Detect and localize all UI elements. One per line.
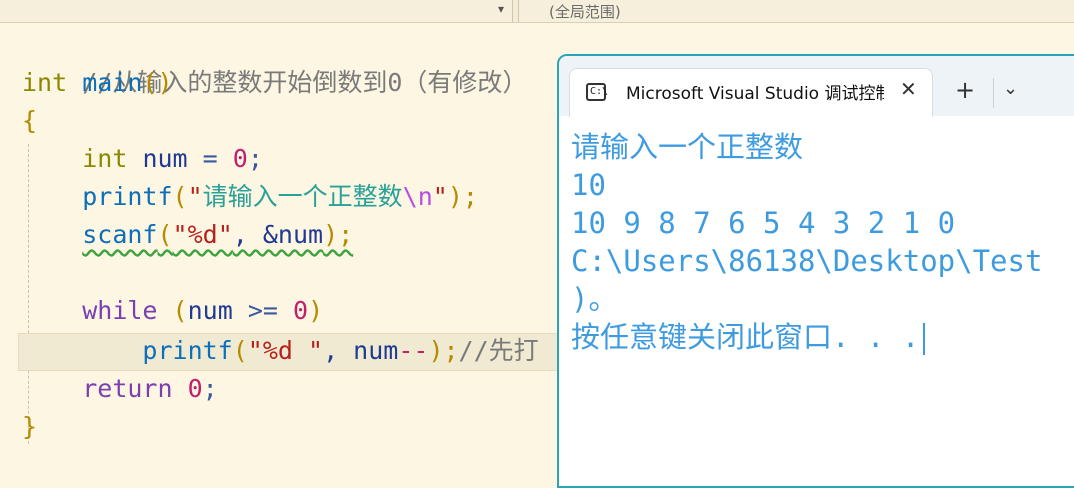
scope-dropdown-left[interactable]: ▾: [0, 0, 513, 22]
paren-close: );: [447, 182, 478, 211]
semicolon: ;: [202, 374, 218, 403]
tab-title: Microsoft Visual Studio 调试控制台: [626, 84, 884, 104]
warning-squiggle[interactable]: scanf("%d", &num);: [82, 220, 353, 249]
plus-icon[interactable]: +: [955, 76, 975, 104]
code-line-printf: printf("请输入一个正整数\n");: [22, 178, 478, 216]
close-icon[interactable]: ✕: [900, 77, 917, 101]
tab-divider: [993, 78, 994, 108]
string-literal: 请输入一个正整数: [202, 182, 403, 211]
terminal-icon: C:\: [586, 83, 609, 101]
code-line-main: int main(): [22, 64, 173, 102]
operator: --: [398, 336, 429, 365]
console-line: C:\Users\86138\Desktop\Test: [571, 244, 1043, 278]
keyword-int: int: [82, 144, 128, 173]
text-caret: [923, 323, 926, 355]
string-literal: "%d ": [247, 336, 324, 365]
variable: num: [187, 296, 233, 325]
brace-close: }: [22, 412, 38, 441]
code-line-scanf: scanf("%d", &num);: [22, 216, 353, 254]
code-line-comment: //从输入的整数开始倒数到0（有修改）: [22, 26, 527, 97]
chevron-down-icon[interactable]: ⌄: [1003, 78, 1018, 99]
keyword-return: return: [82, 374, 173, 403]
console-line: 请输入一个正整数: [571, 130, 804, 164]
debug-console-window[interactable]: C:\ Microsoft Visual Studio 调试控制台 ✕ + ⌄ …: [557, 54, 1074, 488]
paren: (: [232, 336, 248, 365]
console-prompt-text: 按任意键关闭此窗口. . .: [571, 320, 920, 354]
function-name: printf: [82, 182, 173, 211]
number-literal: 0: [293, 296, 309, 325]
console-tab-strip: C:\ Microsoft Visual Studio 调试控制台 ✕ + ⌄: [559, 56, 1074, 117]
escape-sequence: \n: [402, 182, 433, 211]
operator: >=: [247, 296, 278, 325]
console-tab[interactable]: C:\ Microsoft Visual Studio 调试控制台 ✕: [569, 68, 933, 117]
function-name: printf: [142, 336, 233, 365]
paren-close: ): [308, 296, 324, 325]
string-literal: "%d": [172, 220, 233, 249]
code-line-close-brace: }: [22, 408, 37, 446]
keyword-while: while: [82, 296, 158, 325]
parens: (): [142, 68, 173, 97]
code-line-printf-loop: printf("%d ", num--);//先打: [22, 332, 539, 370]
paren-close: );: [323, 220, 354, 249]
semicolon: ;: [247, 144, 263, 173]
operator: =: [202, 144, 218, 173]
function-name: main: [82, 68, 143, 97]
scope-bar: ▾ (全局范围): [0, 0, 1074, 23]
code-line-decl: int num = 0;: [22, 140, 263, 178]
comment-text: //先打: [458, 336, 539, 365]
scope-label: (全局范围): [549, 3, 621, 21]
paren: (: [172, 182, 188, 211]
paren-close: );: [428, 336, 459, 365]
function-name: scanf: [82, 220, 158, 249]
string-quote: ": [187, 182, 203, 211]
arguments: , num: [323, 336, 399, 365]
paren: (: [172, 296, 188, 325]
brace-open: {: [22, 106, 38, 135]
arguments: , &num: [232, 220, 324, 249]
code-line-while: while (num >= 0): [22, 292, 323, 330]
console-line: 10: [571, 168, 606, 202]
console-line-last: 按任意键关闭此窗口. . .: [571, 318, 926, 356]
number-literal: 0: [232, 144, 248, 173]
chevron-down-icon[interactable]: ▾: [498, 2, 504, 16]
scope-dropdown-right[interactable]: (全局范围): [518, 0, 1074, 22]
variable: num: [142, 144, 188, 173]
string-quote: ": [432, 182, 448, 211]
number-literal: 0: [187, 374, 203, 403]
terminal-icon-glyph: C:\: [590, 86, 609, 97]
console-line: 10 9 8 7 6 5 4 3 2 1 0: [571, 206, 956, 240]
paren: (: [157, 220, 173, 249]
console-line: )。: [571, 282, 618, 316]
code-line-open-brace: {: [22, 102, 37, 140]
code-line-return: return 0;: [22, 370, 218, 408]
keyword-int: int: [22, 68, 68, 97]
